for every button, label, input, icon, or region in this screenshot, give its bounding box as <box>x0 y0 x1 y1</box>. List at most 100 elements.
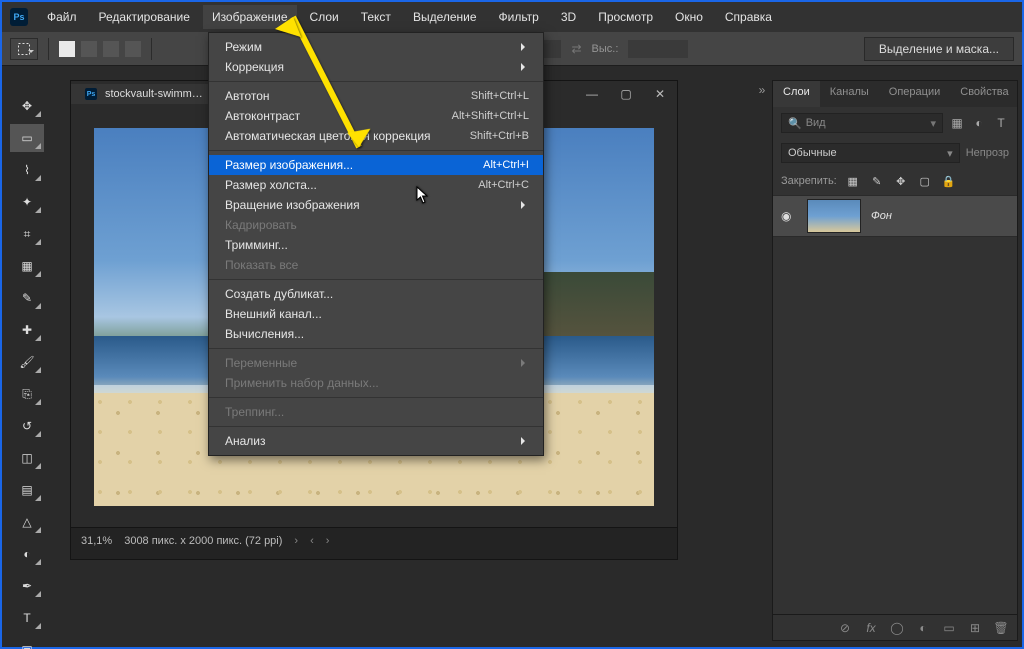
menu-image[interactable]: Изображение <box>203 5 297 29</box>
lock-label: Закрепить: <box>781 175 837 187</box>
eyedropper-tool[interactable]: ✎ <box>10 284 44 312</box>
height-field[interactable] <box>628 40 688 58</box>
crop-tool[interactable]: ⌗ <box>10 220 44 248</box>
menu-item-label: Анализ <box>225 434 266 448</box>
document-tab[interactable]: Ps stockvault-swimm… <box>71 84 217 104</box>
maximize-button[interactable]: ▢ <box>609 81 643 107</box>
separator <box>48 38 49 60</box>
collapsed-panel-handle[interactable]: » <box>752 80 772 100</box>
layer-name[interactable]: Фон <box>871 210 892 222</box>
layer-row[interactable]: ◉ Фон <box>773 195 1017 237</box>
filter-adjust-icon[interactable]: ◐ <box>971 115 987 131</box>
menu-3d[interactable]: 3D <box>552 5 585 29</box>
link-layers-icon[interactable]: ⊘ <box>837 621 853 635</box>
menu-item-label: Вычисления... <box>225 327 304 341</box>
status-prev-icon[interactable]: ‹ <box>310 535 314 547</box>
menu-help[interactable]: Справка <box>716 5 781 29</box>
zoom-level[interactable]: 31,1% <box>81 535 112 547</box>
subtract-selection-button[interactable] <box>103 41 119 57</box>
menu-item-shortcut: Alt+Ctrl+I <box>483 159 529 171</box>
layer-kind-filter[interactable]: 🔍 Вид ▾ <box>781 113 943 133</box>
marquee-tool[interactable]: ▭ <box>10 124 44 152</box>
filter-pixel-icon[interactable]: ▦ <box>949 115 965 131</box>
menu-item-shortcut: Shift+Ctrl+B <box>470 130 529 142</box>
tab-layers[interactable]: Слои <box>773 81 820 107</box>
menu-file[interactable]: Файл <box>38 5 86 29</box>
menu-text[interactable]: Текст <box>352 5 400 29</box>
lock-row: Закрепить: ▦ ✎ ✥ ▢ 🔒 <box>773 167 1017 195</box>
pen-tool[interactable]: ✒ <box>10 572 44 600</box>
menu-item[interactable]: АвтоконтрастAlt+Shift+Ctrl+L <box>209 106 543 126</box>
eraser-tool[interactable]: ◫ <box>10 444 44 472</box>
menu-item[interactable]: Коррекция <box>209 57 543 77</box>
menu-edit[interactable]: Редактирование <box>90 5 199 29</box>
menu-item[interactable]: Внешний канал... <box>209 304 543 324</box>
menu-item-label: Размер изображения... <box>225 158 353 172</box>
brush-tool[interactable]: 🖌 <box>10 348 44 376</box>
menu-item-label: Треппинг... <box>225 405 284 419</box>
intersect-selection-button[interactable] <box>125 41 141 57</box>
filter-type-icon[interactable]: T <box>993 115 1009 131</box>
new-selection-button[interactable] <box>59 41 75 57</box>
menu-layers[interactable]: Слои <box>301 5 348 29</box>
tab-channels[interactable]: Каналы <box>820 81 879 107</box>
delete-layer-icon[interactable]: 🗑 <box>993 621 1009 635</box>
tool-preset-dropdown[interactable] <box>10 38 38 60</box>
clone-stamp-tool[interactable]: ⎘ <box>10 380 44 408</box>
menu-item-label: Внешний канал... <box>225 307 322 321</box>
lock-pixels-icon[interactable]: ▦ <box>845 173 861 189</box>
close-button[interactable]: ✕ <box>643 81 677 107</box>
document-dimensions: 3008 пикс. x 2000 пикс. (72 ppi) <box>124 535 282 547</box>
menu-item[interactable]: Вычисления... <box>209 324 543 344</box>
select-and-mask-button[interactable]: Выделение и маска... <box>864 37 1014 61</box>
minimize-button[interactable]: — <box>575 81 609 107</box>
layer-thumbnail[interactable] <box>807 199 861 233</box>
swap-wh-icon[interactable]: ⇄ <box>571 42 581 56</box>
lasso-tool[interactable]: ⌇ <box>10 156 44 184</box>
new-layer-icon[interactable]: ⊞ <box>967 621 983 635</box>
dodge-tool[interactable]: ◐ <box>10 540 44 568</box>
menu-item[interactable]: Режим <box>209 37 543 57</box>
menu-item[interactable]: Тримминг... <box>209 235 543 255</box>
quick-select-tool[interactable]: ✦ <box>10 188 44 216</box>
window-controls: — ▢ ✕ <box>575 81 677 107</box>
menu-select[interactable]: Выделение <box>404 5 486 29</box>
visibility-icon[interactable]: ◉ <box>781 209 797 223</box>
menu-item[interactable]: Создать дубликат... <box>209 284 543 304</box>
menu-item[interactable]: Размер холста...Alt+Ctrl+C <box>209 175 543 195</box>
new-adjustment-icon[interactable]: ◐ <box>915 621 931 635</box>
history-brush-tool[interactable]: ↺ <box>10 412 44 440</box>
menu-item[interactable]: Автоматическая цветовая коррекцияShift+C… <box>209 126 543 146</box>
menu-item[interactable]: Вращение изображения <box>209 195 543 215</box>
blur-tool[interactable]: △ <box>10 508 44 536</box>
menu-item[interactable]: Анализ <box>209 431 543 451</box>
type-tool[interactable]: T <box>10 604 44 632</box>
layer-fx-icon[interactable]: fx <box>863 621 879 635</box>
gradient-tool[interactable]: ▤ <box>10 476 44 504</box>
path-select-tool[interactable]: ▣ <box>10 636 44 649</box>
lock-all-icon[interactable]: 🔒 <box>941 173 957 189</box>
healing-brush-tool[interactable]: ✚ <box>10 316 44 344</box>
menu-window[interactable]: Окно <box>666 5 712 29</box>
image-menu-dropdown: РежимКоррекция АвтотонShift+Ctrl+LАвтокон… <box>208 32 544 456</box>
frame-tool[interactable]: ▦ <box>10 252 44 280</box>
lock-paint-icon[interactable]: ✎ <box>869 173 885 189</box>
lock-artboard-icon[interactable]: ▢ <box>917 173 933 189</box>
add-selection-button[interactable] <box>81 41 97 57</box>
menu-item[interactable]: АвтотонShift+Ctrl+L <box>209 86 543 106</box>
tab-properties[interactable]: Свойства <box>950 81 1018 107</box>
menu-view[interactable]: Просмотр <box>589 5 662 29</box>
add-mask-icon[interactable]: ◯ <box>889 621 905 635</box>
lock-position-icon[interactable]: ✥ <box>893 173 909 189</box>
menu-item[interactable]: Размер изображения... Alt+Ctrl+I <box>209 155 543 175</box>
tab-actions[interactable]: Операции <box>879 81 950 107</box>
status-next-icon[interactable]: › <box>326 535 330 547</box>
ps-doc-icon: Ps <box>85 88 97 100</box>
status-menu-icon[interactable]: › <box>294 535 298 547</box>
selection-mode-buttons <box>59 41 141 57</box>
app-frame: Ps Файл Редактирование Изображение Слои … <box>0 0 1024 649</box>
move-tool[interactable]: ✥ <box>10 92 44 120</box>
new-group-icon[interactable]: ▭ <box>941 621 957 635</box>
menu-filter[interactable]: Фильтр <box>490 5 548 29</box>
blend-mode-dropdown[interactable]: Обычные ▾ <box>781 143 960 163</box>
